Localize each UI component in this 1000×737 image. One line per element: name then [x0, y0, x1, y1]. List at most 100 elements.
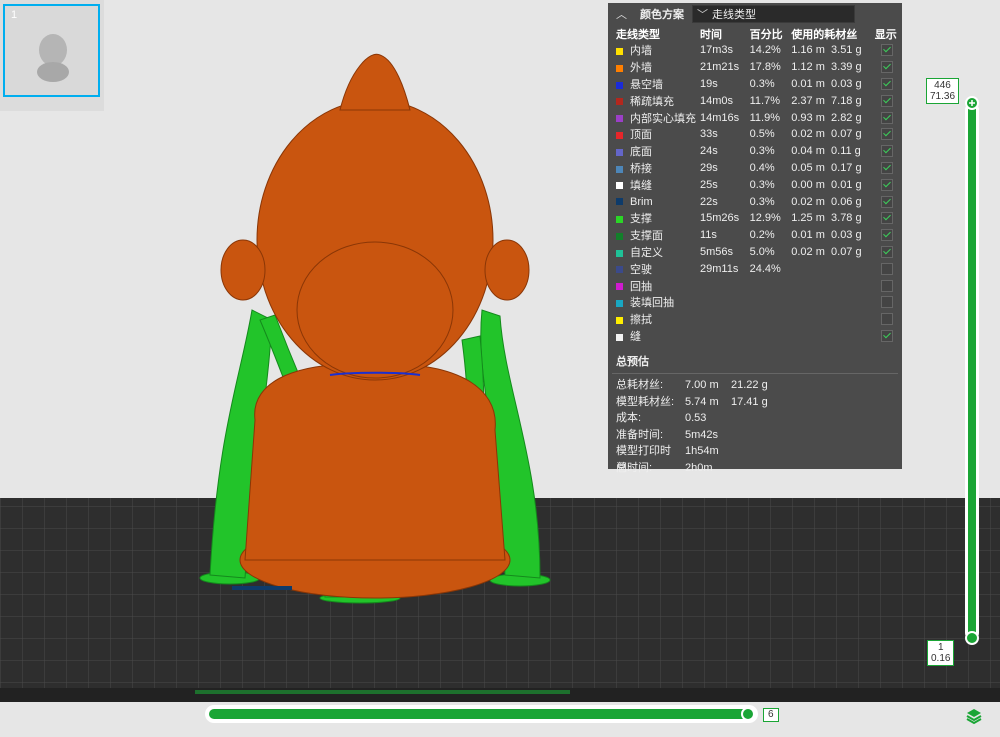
legend-row: 悬空墙 19s 0.3% 0.01 m 0.03 g [614, 76, 902, 93]
legend-type-cell: 桥接 [614, 160, 698, 177]
legend-length: 1.25 m [791, 212, 825, 225]
plate-thumbnail[interactable]: 1 [3, 4, 100, 97]
display-checkbox[interactable] [881, 313, 894, 326]
display-checkbox[interactable] [881, 145, 894, 158]
color-swatch [616, 64, 623, 72]
summary-value-1: 1h54m [685, 445, 719, 458]
summary-divider [612, 373, 898, 374]
summary-row: 模型打印时间: 1h54m [608, 443, 902, 474]
layer-slider-top-handle[interactable] [965, 96, 979, 110]
display-checkbox[interactable] [881, 195, 894, 208]
legend-type-label: 支撑 [630, 213, 652, 226]
display-checkbox[interactable] [881, 229, 894, 242]
legend-filament: 0.01 m 0.03 g [789, 76, 872, 93]
display-checkbox[interactable] [881, 262, 894, 275]
col-header-time: 时间 [700, 28, 722, 41]
display-checkbox[interactable] [881, 246, 894, 258]
legend-time: 17m3s [700, 44, 734, 57]
legend-percent: 0.3% [749, 178, 775, 191]
display-checkbox[interactable] [881, 44, 894, 57]
legend-percent: 24.4% [749, 262, 781, 275]
legend-length: 0.02 m [791, 245, 825, 258]
summary-key: 总耗材丝: [616, 379, 664, 391]
legend-length: 0.93 m [791, 111, 825, 124]
display-checkbox[interactable] [881, 279, 894, 292]
legend-display-cell [873, 227, 902, 244]
legend-filament [789, 294, 872, 311]
bottom-layer-height: 0.16 [931, 653, 951, 664]
legend-row: 内部实心填充 14m16s 11.9% 0.93 m 2.82 g [614, 109, 902, 126]
legend-time: 14m16s [700, 111, 740, 124]
legend-row: 装填回抽 [614, 294, 902, 311]
layer-bottom-label: 1 0.16 [927, 640, 955, 666]
display-checkbox[interactable] [881, 212, 894, 225]
color-scheme-value: 走线类型 [712, 9, 756, 21]
legend-percent: 0.3% [749, 77, 775, 90]
legend-filament: 1.25 m 3.78 g [789, 210, 872, 227]
legend-filament: 0.93 m 2.82 g [789, 109, 872, 126]
legend-type-label: 装填回抽 [630, 297, 674, 310]
legend-header: ︿ 颜色方案 ﹀ 走线类型 [608, 3, 902, 25]
color-scheme-dropdown[interactable]: ﹀ 走线类型 [692, 5, 855, 23]
legend-type-label: Brim [630, 195, 653, 208]
legend-display-cell [873, 92, 902, 109]
legend-time: 19s [700, 77, 718, 90]
legend-display-cell [873, 328, 902, 345]
legend-filament [789, 311, 872, 328]
legend-type-label: 悬空墙 [630, 78, 663, 91]
legend-display-cell [873, 176, 902, 193]
summary-row: 总耗材丝: 7.00 m 21.22 g [608, 377, 902, 394]
color-swatch [616, 131, 623, 139]
legend-row: 支撑面 11s 0.2% 0.01 m 0.03 g [614, 227, 902, 244]
legend-percent: 11.7% [749, 94, 780, 107]
summary-value-1: 0.53 [685, 412, 707, 425]
legend-time: 22s [700, 195, 718, 208]
display-checkbox[interactable] [881, 61, 894, 74]
legend-row: 外墙 21m21s 17.8% 1.12 m 3.39 g [614, 59, 902, 76]
display-checkbox[interactable] [881, 78, 894, 91]
legend-time: 29m11s [700, 262, 739, 275]
layers-icon[interactable] [965, 707, 983, 725]
legend-percent: 5.0% [749, 245, 775, 258]
summary-row: 成本: 0.53 [608, 410, 902, 427]
color-scheme-label: 颜色方案 [640, 9, 684, 21]
legend-time [698, 311, 748, 328]
color-swatch [616, 283, 623, 291]
legend-type-cell: 缝 [614, 328, 698, 345]
legend-length: 0.05 m [791, 161, 825, 174]
legend-percent [748, 328, 790, 345]
legend-time [698, 277, 748, 294]
display-checkbox[interactable] [881, 329, 894, 342]
summary-key: 模型打印时间: [616, 445, 671, 474]
display-checkbox[interactable] [881, 178, 894, 191]
legend-row: 底面 24s 0.3% 0.04 m 0.11 g [614, 143, 902, 160]
color-swatch [616, 215, 623, 223]
legend-display-cell [873, 260, 902, 277]
legend-length: 0.02 m [791, 128, 825, 141]
display-checkbox[interactable] [881, 111, 894, 124]
legend-time: 24s [700, 145, 718, 158]
legend-type-cell: 底面 [614, 143, 698, 160]
layer-slider-bottom-handle[interactable] [965, 631, 979, 645]
legend-display-cell [873, 193, 902, 210]
display-checkbox[interactable] [881, 94, 894, 107]
bottom-layer-number: 1 [937, 642, 944, 653]
legend-weight: 2.82 g [831, 111, 862, 124]
legend-row: 缝 [614, 328, 902, 345]
display-checkbox[interactable] [881, 128, 894, 141]
legend-time [698, 294, 748, 311]
color-swatch [616, 198, 623, 206]
display-checkbox[interactable] [881, 296, 894, 309]
legend-row: 顶面 33s 0.5% 0.02 m 0.07 g [614, 126, 902, 143]
legend-type-label: 空驶 [630, 263, 652, 276]
legend-display-cell [873, 126, 902, 143]
legend-type-label: 桥接 [630, 162, 652, 175]
legend-type-cell: 顶面 [614, 126, 698, 143]
legend-row: 自定义 5m56s 5.0% 0.02 m 0.07 g [614, 244, 902, 261]
plus-icon [969, 100, 975, 106]
legend-filament: 0.02 m 0.07 g [789, 244, 872, 261]
color-swatch [616, 266, 623, 274]
collapse-chevron-icon[interactable]: ︿ [616, 6, 630, 22]
move-slider-handle[interactable] [741, 707, 755, 721]
display-checkbox[interactable] [881, 162, 894, 175]
